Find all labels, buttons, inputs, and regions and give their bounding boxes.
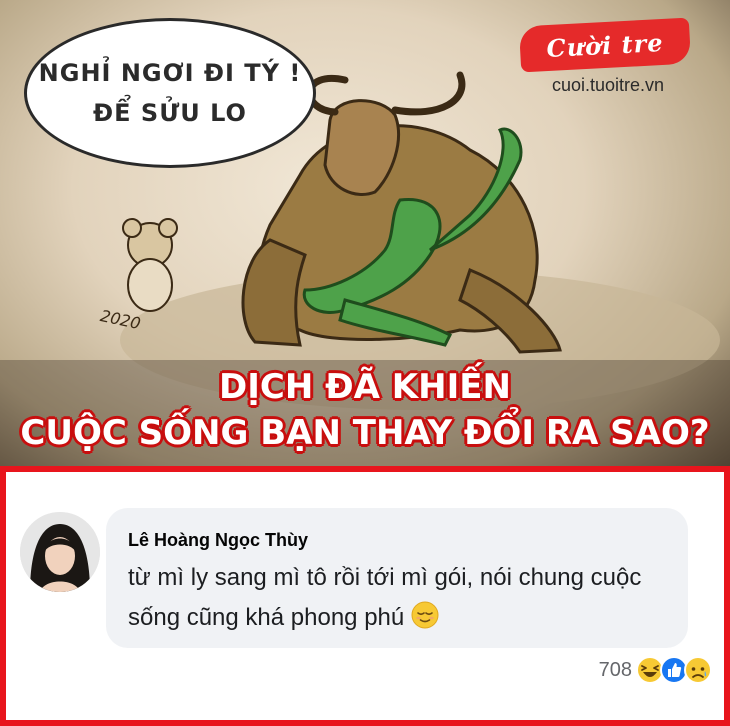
brand-logo-text: Cười tre: [545, 27, 665, 63]
relieved-face-icon: [411, 601, 439, 629]
reaction-summary[interactable]: 708: [599, 654, 712, 686]
sad-icon: [684, 656, 712, 684]
svg-text:2020: 2020: [99, 306, 143, 333]
avatar-portrait: [20, 512, 100, 592]
cartoon-illustration: 2020 NGHỈ NGƠI ĐI TÝ ! ĐỂ SỬU LO Cười tr…: [0, 0, 730, 470]
comment-author[interactable]: Lê Hoàng Ngọc Thùy: [128, 528, 666, 552]
brand-logo: Cười tre: [518, 17, 692, 73]
headline-line-2: CUỘC SỐNG BẠN THAY ĐỔI RA SAO?: [20, 413, 710, 453]
brand-url: cuoi.tuoitre.vn: [551, 75, 665, 95]
avatar[interactable]: [20, 512, 100, 592]
mouse-figure: [122, 218, 178, 312]
speech-line-2: ĐỂ SỬU LO: [93, 99, 247, 127]
headline-line-1: DỊCH ĐÃ KHIẾN: [219, 367, 511, 407]
comment-bubble: Lê Hoàng Ngọc Thùy từ mì ly sang mì tô r…: [106, 508, 688, 648]
reaction-count[interactable]: 708: [599, 659, 632, 682]
speech-line-1: NGHỈ NGƠI ĐI TÝ !: [38, 59, 302, 87]
comment-text-block: từ mì ly sang mì tô rồi tới mì gói, nói …: [128, 558, 666, 638]
comment-text: từ mì ly sang mì tô rồi tới mì gói, nói …: [128, 564, 642, 631]
comment-frame: Lê Hoàng Ngọc Thùy từ mì ly sang mì tô r…: [0, 466, 730, 726]
speech-bubble: NGHỈ NGƠI ĐI TÝ ! ĐỂ SỬU LO: [24, 18, 316, 168]
headline: DỊCH ĐÃ KHIẾN CUỘC SỐNG BẠN THAY ĐỔI RA …: [0, 364, 730, 456]
